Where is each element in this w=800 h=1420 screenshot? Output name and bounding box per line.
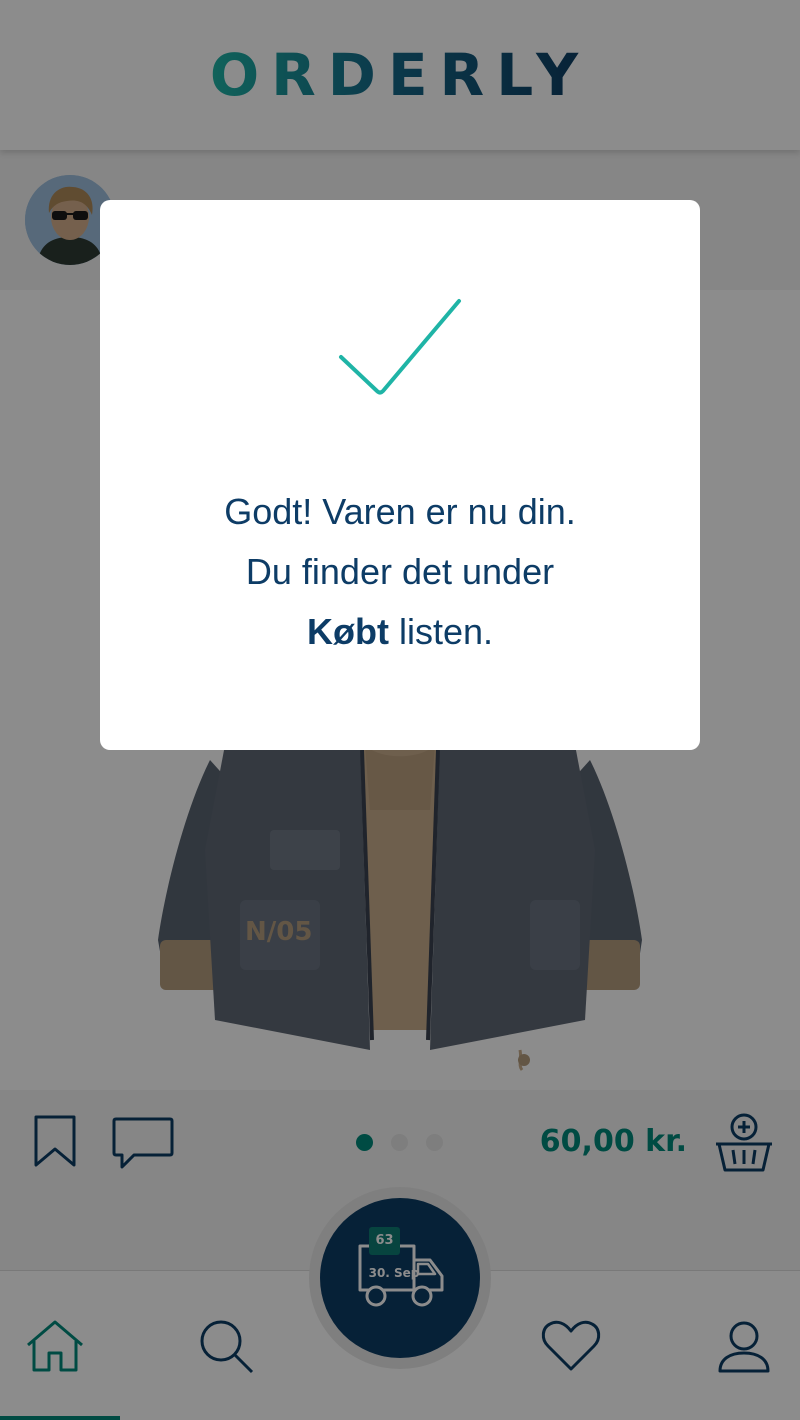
modal-line-3-suffix: listen. [388,611,493,652]
checkmark-icon [335,295,465,409]
modal-line-1: Godt! Varen er nu din. [224,491,576,532]
modal-line-3: Købt listen. [100,602,700,662]
purchase-success-modal [100,200,700,750]
modal-message: Godt! Varen er nu din. Du finder det und… [100,482,700,662]
bought-list-link: Købt [306,611,389,652]
modal-line-2: Du finder det under [245,551,555,592]
